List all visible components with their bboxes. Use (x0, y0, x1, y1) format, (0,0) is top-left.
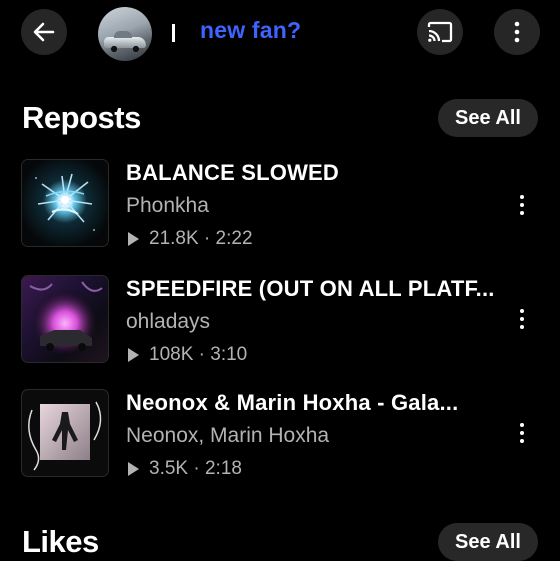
avatar[interactable] (98, 7, 152, 61)
track-artist[interactable]: Phonkha (126, 194, 209, 218)
likes-see-all-button[interactable]: See All (438, 523, 538, 561)
track-more-button[interactable] (510, 418, 534, 448)
track-artist[interactable]: ohladays (126, 310, 210, 334)
more-options-button[interactable] (494, 9, 540, 55)
more-vertical-icon (520, 195, 524, 199)
track-row[interactable]: SPEEDFIRE (OUT ON ALL PLATF... ohladays … (0, 276, 560, 368)
profile-username[interactable]: new fan? (200, 17, 301, 44)
track-stats-text: 21.8K · 2:22 (149, 228, 253, 249)
play-icon (128, 232, 139, 246)
more-vertical-icon (520, 309, 524, 313)
reposts-see-all-button[interactable]: See All (438, 99, 538, 137)
track-more-button[interactable] (510, 190, 534, 220)
track-row[interactable]: Neonox & Marin Hoxha - Gala... Neonox, M… (0, 390, 560, 482)
text-caret (172, 24, 175, 42)
section-title-reposts: Reposts (22, 100, 141, 135)
cast-button[interactable] (417, 9, 463, 55)
more-vertical-icon (514, 21, 520, 43)
track-stats-text: 108K · 3:10 (149, 344, 248, 365)
track-artwork (22, 160, 108, 246)
arrow-left-icon (33, 22, 55, 42)
back-button[interactable] (21, 9, 67, 55)
track-stats: 108K · 3:10 (128, 344, 247, 366)
avatar-car-image (104, 31, 146, 52)
play-icon (128, 348, 139, 362)
track-artist[interactable]: Neonox, Marin Hoxha (126, 424, 329, 448)
track-stats: 3.5K · 2:18 (128, 458, 242, 480)
cast-icon (427, 21, 453, 43)
track-artwork (22, 276, 108, 362)
track-stats-text: 3.5K · 2:18 (149, 458, 242, 479)
section-title-likes: Likes (22, 524, 99, 559)
track-stats: 21.8K · 2:22 (128, 228, 253, 250)
track-title: SPEEDFIRE (OUT ON ALL PLATF... (126, 276, 495, 301)
more-vertical-icon (520, 423, 524, 427)
track-title: BALANCE SLOWED (126, 160, 340, 185)
track-more-button[interactable] (510, 304, 534, 334)
play-icon (128, 462, 139, 476)
track-artwork (22, 390, 108, 476)
track-title: Neonox & Marin Hoxha - Gala... (126, 390, 459, 415)
track-row[interactable]: BALANCE SLOWED Phonkha 21.8K · 2:22 (0, 160, 560, 252)
